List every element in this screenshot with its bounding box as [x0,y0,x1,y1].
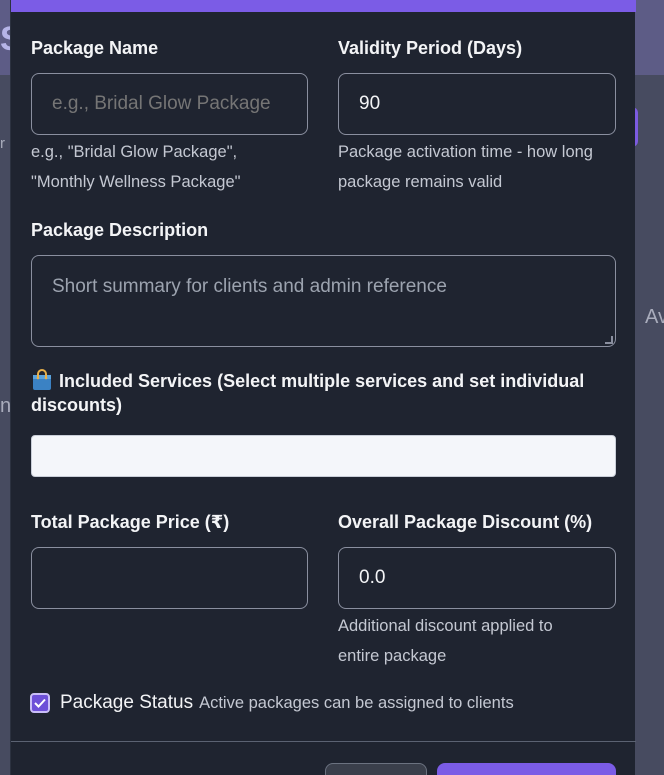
create-package-modal: Package Name e.g., "Bridal Glow Package"… [10,0,636,775]
discount-hint-line: entire package [338,647,447,665]
validity-period-hint: Package activation time - how long packa… [338,137,593,197]
package-description-placeholder: Short summary for clients and admin refe… [52,276,447,297]
package-name-input[interactable] [31,73,308,135]
package-status-note: Active packages can be assigned to clien… [199,693,514,712]
validity-period-input[interactable]: 90 [338,73,616,135]
resize-handle-icon[interactable] [605,336,613,344]
package-status-checkbox[interactable] [30,693,50,713]
validity-period-value: 90 [359,93,381,114]
package-name-label: Package Name [31,38,159,58]
package-name-hint-line: "Monthly Wellness Package" [31,173,241,191]
included-services-label-text: discounts) [31,395,123,415]
validity-hint-line: Package activation time - how long [338,143,593,161]
included-services-label-text: Included Services (Select multiple servi… [59,371,585,391]
modal-header-bar [11,0,636,12]
overall-discount-label: Overall Package Discount (%) [338,512,593,532]
discount-hint-line: Additional discount applied to [338,617,553,635]
overall-discount-value: 0.0 [359,567,386,588]
shopping-bag-icon [33,369,51,390]
package-description-label: Package Description [31,220,209,240]
checkmark-icon [34,698,46,708]
package-name-hint: e.g., "Bridal Glow Package", "Monthly We… [31,137,241,197]
validity-hint-line: package remains valid [338,173,503,191]
cancel-button[interactable] [325,763,427,775]
services-multiselect[interactable] [31,435,616,477]
save-button[interactable] [437,763,616,775]
footer-divider [11,741,636,742]
background-text-fragment: Av [645,306,664,328]
overall-discount-hint: Additional discount applied to entire pa… [338,611,553,671]
package-description-textarea[interactable]: Short summary for clients and admin refe… [31,255,616,347]
package-name-hint-line: e.g., "Bridal Glow Package", [31,143,238,161]
total-price-label: Total Package Price (₹) [31,512,230,532]
validity-period-label: Validity Period (Days) [338,38,523,58]
background-text-fragment: r [0,135,5,152]
package-status-label: Package Status [60,692,194,713]
total-price-input[interactable] [31,547,308,609]
included-services-label: Included Services (Select multiple servi… [31,369,584,417]
overall-discount-input[interactable]: 0.0 [338,547,616,609]
package-status-row: Package Status Active packages can be as… [30,692,514,714]
